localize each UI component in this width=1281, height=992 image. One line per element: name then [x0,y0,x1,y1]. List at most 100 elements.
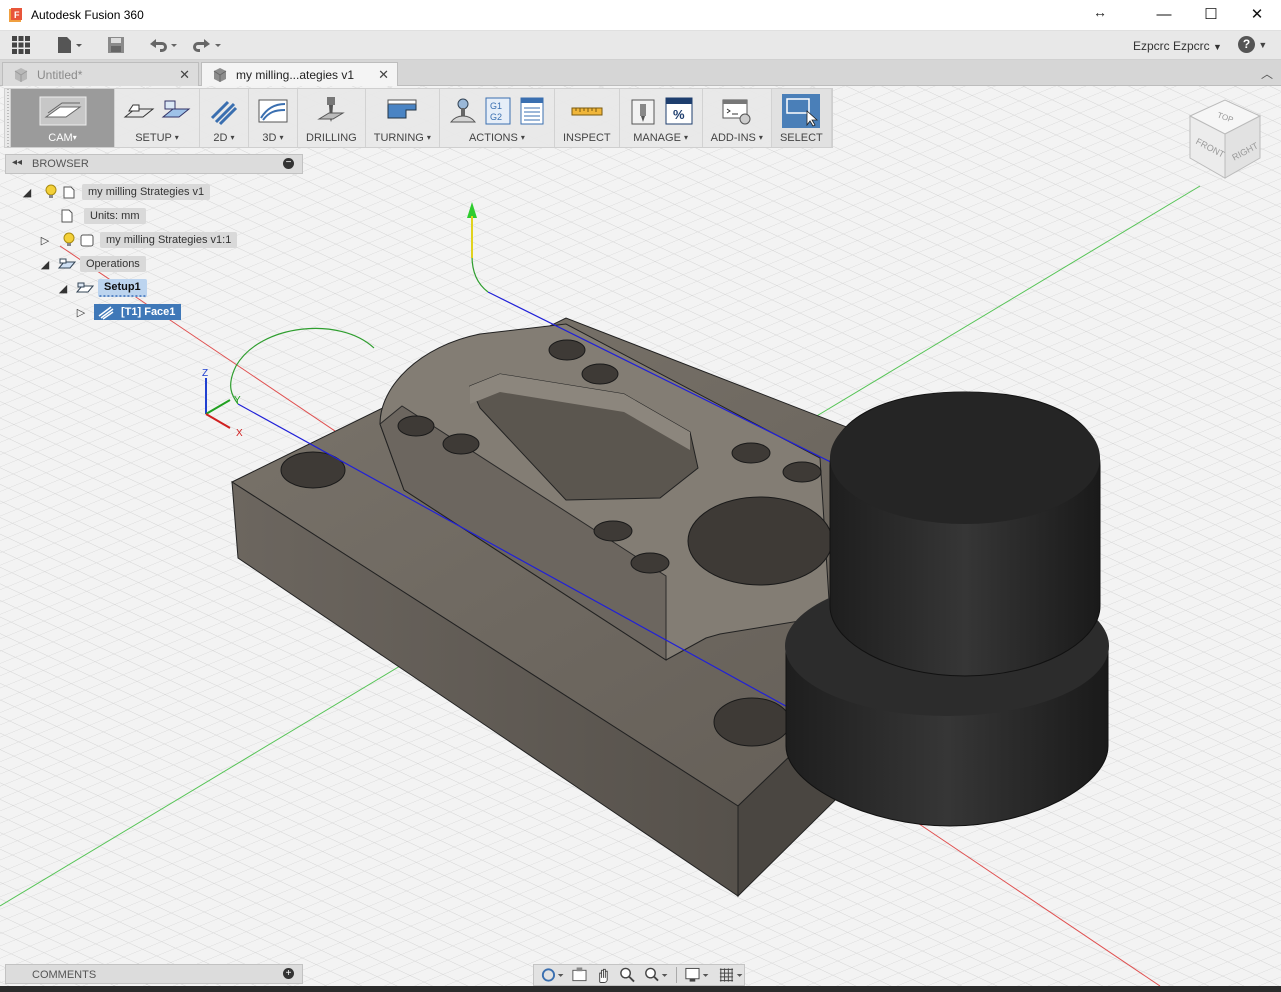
close-icon[interactable]: ✕ [179,67,190,83]
look-at-icon[interactable] [571,966,588,984]
tree-item-setup1[interactable]: ◢ Setup1 [56,278,147,298]
gcode-g2-text: G2 [490,112,502,122]
chevron-down-icon: ▼ [1258,40,1268,50]
undo-icon [150,39,177,52]
drilling-group[interactable]: DRILLING [298,89,366,147]
post-process-icon: G1 G2 [485,97,511,125]
tree-label: my milling Strategies v1:1 [100,232,238,248]
redo-button[interactable] [190,34,224,56]
inspect-group[interactable]: INSPECT [555,89,620,147]
file-icon [58,37,82,53]
minus-icon[interactable]: − [283,158,294,169]
comments-panel-header[interactable]: COMMENTS + [5,964,303,984]
tree-label: my milling Strategies v1 [82,184,211,200]
turning-group[interactable]: TURNING ▾ [366,89,440,147]
visibility-bulb-icon[interactable] [60,231,78,249]
tree-label: Setup1 [98,279,147,297]
viewcube[interactable]: TOP FRONT RIGHT [1184,96,1266,184]
display-settings-icon[interactable] [684,966,710,984]
close-icon[interactable]: ✕ [378,67,389,83]
setup-icon [76,279,94,297]
chevron-down-icon: ▾ [174,133,179,142]
actions-group[interactable]: G1 G2 ACTIONS ▾ [440,89,555,147]
3d-group[interactable]: 3D ▾ [249,89,298,147]
tree-item-units[interactable]: Units: mm [58,206,146,226]
user-account-menu[interactable]: Ezpcrc Ezpcrc ▼ [1133,39,1222,53]
app-title: Autodesk Fusion 360 [31,8,144,22]
minimize-button[interactable]: — [1141,3,1187,27]
expanded-triangle-icon[interactable]: ◢ [38,257,52,271]
tab-untitled[interactable]: Untitled* ✕ [2,62,199,86]
operations-folder-icon [58,255,76,273]
divider [676,967,678,983]
chevron-down-icon: ▾ [683,133,688,142]
actions-label: ACTIONS [468,132,518,144]
close-button[interactable]: ✕ [1234,3,1280,27]
tree-item-document[interactable]: ◢ my milling Strategies v1 [20,182,211,202]
user-name: Ezpcrc Ezpcrc [1133,39,1210,53]
expanded-triangle-icon[interactable]: ◢ [20,185,34,199]
collapse-icon[interactable]: ◂◂ [12,157,22,168]
setup-icon [123,104,155,118]
select-group[interactable]: SELECT [771,89,832,147]
face-operation-chip[interactable]: [T1] Face1 [94,304,182,320]
resize-icon[interactable]: ↔ [1093,4,1107,20]
triad-x-label: X [236,428,243,439]
undo-button[interactable] [146,34,180,56]
addins-group[interactable]: ADD-INS ▾ [703,89,772,147]
save-button[interactable] [106,34,126,56]
pan-hand-icon[interactable] [595,966,612,984]
tab-label: Untitled* [37,67,83,82]
tree-label: [T1] Face1 [115,304,182,320]
file-menu-button[interactable] [55,34,83,56]
help-icon: ? [1238,36,1255,53]
expanded-triangle-icon[interactable]: ◢ [56,281,70,295]
turning-label: TURNING [373,132,424,144]
inspect-label: INSPECT [562,132,611,144]
chevron-up-icon[interactable]: ︿ [1261,65,1273,82]
help-button[interactable]: ? ▼ [1238,36,1267,53]
quick-access-toolbar: Ezpcrc Ezpcrc ▼ ? ▼ [0,31,1281,60]
title-bar: F Autodesk Fusion 360 ↔ — ☐ ✕ [0,0,1281,31]
chevron-down-icon: ▾ [72,133,77,142]
setup-group[interactable]: SETUP ▾ [115,89,200,147]
comments-title: COMMENTS [32,969,97,981]
grid-settings-icon[interactable] [718,966,744,984]
2d-group[interactable]: 2D ▾ [200,89,249,147]
browser-title: BROWSER [32,158,89,170]
plus-icon[interactable]: + [283,968,294,979]
chevron-down-icon: ▼ [1213,42,1222,52]
tab-my-milling-strategies[interactable]: my milling...ategies v1 ✕ [201,62,398,86]
tree-item-face1[interactable]: ▷ [T1] Face1 [74,302,182,322]
canvas-viewport[interactable]: Z Y X [0,86,1281,986]
browser-panel-header[interactable]: ◂◂ BROWSER − [5,154,303,174]
manage-group[interactable]: % MANAGE ▾ [620,89,703,147]
tree-label: Units: mm [84,208,146,224]
tree-item-model[interactable]: ▷ my milling Strategies v1:1 [38,230,238,250]
tool-library-icon [631,99,655,125]
orbit-icon[interactable] [540,966,564,984]
chevron-down-icon: ▾ [426,133,431,142]
scripts-addins-icon [722,99,751,125]
select-cursor-icon [782,94,821,128]
collapsed-triangle-icon[interactable]: ▷ [38,233,52,247]
select-label: SELECT [779,132,823,144]
svg-text:F: F [14,10,20,20]
cam-ribbon-toolbar: CAM▾ SETUP ▾ 2D ▾ 3D ▾ DRILLING TURNING … [4,88,833,148]
zoom-window-icon[interactable] [619,966,636,984]
visibility-bulb-icon[interactable] [42,183,60,201]
gcode-g1-text: G1 [490,101,502,111]
collapsed-triangle-icon[interactable]: ▷ [74,305,88,319]
navigation-bar [533,964,745,986]
data-panel-button[interactable] [11,34,31,56]
document-cube-icon [14,67,28,82]
face-operation-icon [98,306,114,320]
component-icon [78,231,96,249]
tree-item-operations[interactable]: ◢ Operations [38,254,146,274]
setup-label: SETUP [135,132,172,144]
document-icon [60,183,78,201]
zoom-fit-icon[interactable] [643,966,669,984]
maximize-button[interactable]: ☐ [1188,3,1234,27]
cutting-tool[interactable] [785,391,1109,827]
workspace-switcher-cam[interactable]: CAM▾ [11,89,115,147]
